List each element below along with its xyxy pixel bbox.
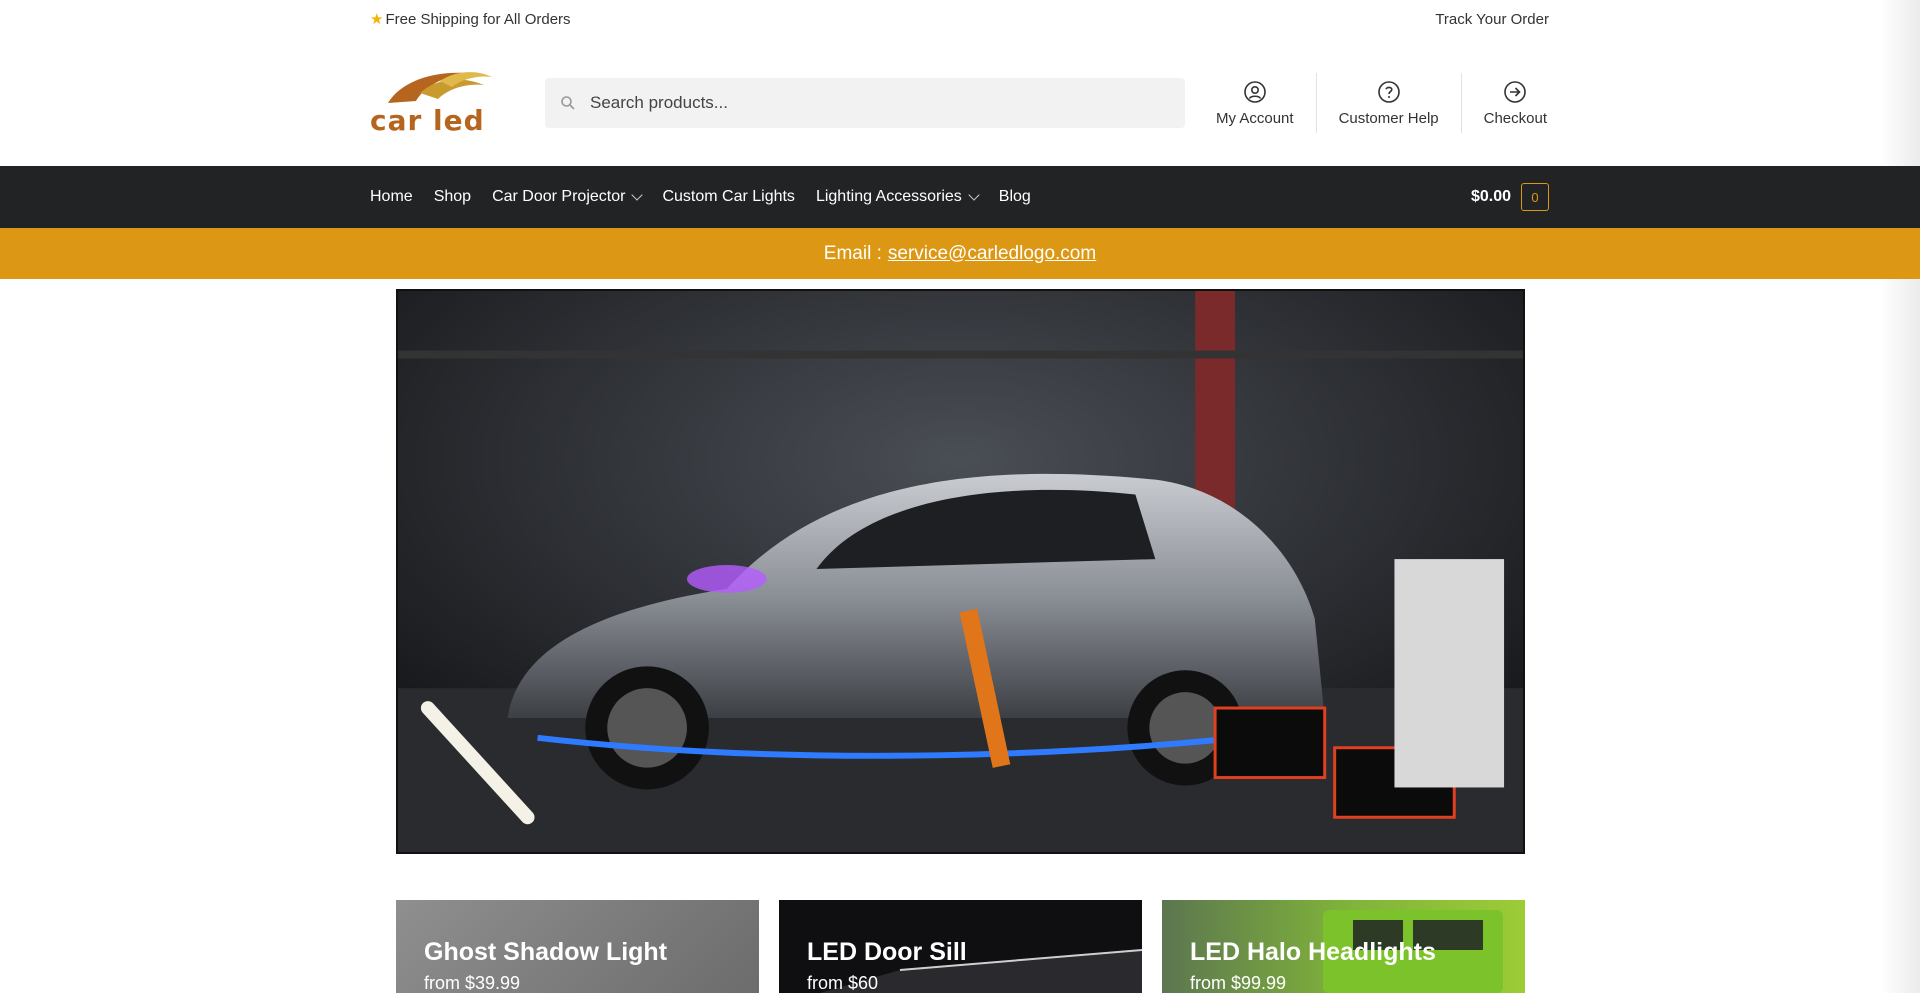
checkout-label: Checkout: [1483, 109, 1547, 127]
nav-item-home[interactable]: Home: [370, 188, 413, 206]
cart-total: $0.00: [1470, 188, 1511, 205]
chevron-down-icon: [968, 189, 980, 201]
hero-image[interactable]: [396, 289, 1525, 854]
site-logo[interactable]: car led: [370, 63, 498, 143]
category-card-ghost-shadow-light[interactable]: Ghost Shadow Light from $39.99: [396, 900, 759, 993]
shipping-text: Free Shipping for All Orders: [385, 10, 571, 28]
email-link[interactable]: service@carledlogo.com: [888, 243, 1096, 265]
nav-item-blog[interactable]: Blog: [999, 188, 1031, 206]
nav-item-car-door-projector[interactable]: Car Door Projector: [492, 188, 644, 206]
my-account-link[interactable]: My Account: [1194, 73, 1316, 133]
category-title: Ghost Shadow Light: [424, 938, 668, 966]
shipping-notice: ★ Free Shipping for All Orders: [370, 10, 571, 29]
chevron-down-icon: [631, 189, 644, 201]
star-icon: ★: [370, 11, 384, 28]
email-label: Email :: [823, 242, 882, 264]
top-bar: ★ Free Shipping for All Orders Track You…: [370, 0, 1549, 38]
nav-label: Custom Car Lights: [662, 188, 795, 205]
primary-navigation: Home Shop Car Door Projector Custom Car …: [0, 166, 1920, 228]
nav-label: Blog: [998, 188, 1031, 205]
category-price: from $99.99: [1190, 973, 1287, 993]
category-title: LED Halo Headlights: [1190, 938, 1436, 966]
nav-item-lighting-accessories[interactable]: Lighting Accessories: [815, 188, 980, 206]
user-icon: [1243, 80, 1266, 103]
category-card-led-halo-headlights[interactable]: LED Halo Headlights from $99.99: [1162, 900, 1525, 993]
category-cards: Ghost Shadow Light from $39.99 LED Door …: [396, 900, 1525, 993]
logo-text: car led: [370, 104, 485, 137]
nav-label: Shop: [433, 188, 472, 205]
search-bar[interactable]: [545, 78, 1185, 128]
site-header: car led My Account Customer Help: [370, 58, 1549, 148]
header-links: My Account Customer Help Checkout: [1194, 73, 1549, 133]
customer-help-link[interactable]: Customer Help: [1315, 73, 1461, 133]
email-banner: Email : service@carledlogo.com: [0, 228, 1920, 279]
search-input[interactable]: [590, 93, 1150, 113]
category-card-led-door-sill[interactable]: LED Door Sill from $60: [779, 900, 1142, 993]
category-title: LED Door Sill: [807, 938, 967, 966]
customer-help-label: Customer Help: [1338, 109, 1439, 127]
track-order-link[interactable]: Track Your Order: [1435, 11, 1549, 28]
category-price: from $39.99: [424, 973, 521, 993]
arrow-right-circle-icon: [1504, 80, 1527, 103]
my-account-label: My Account: [1216, 109, 1294, 127]
nav-label: Car Door Projector: [492, 188, 626, 205]
help-icon: [1377, 80, 1400, 103]
category-price: from $60: [807, 973, 879, 993]
nav-item-custom-car-lights[interactable]: Custom Car Lights: [662, 188, 795, 206]
nav-item-shop[interactable]: Shop: [434, 188, 471, 206]
nav-label: Home: [370, 188, 413, 205]
page-edge-shadow: [1880, 0, 1920, 993]
hero-car-illustration: [398, 291, 1523, 852]
cart-count-badge: 0: [1521, 183, 1549, 211]
search-icon: [561, 96, 575, 110]
checkout-link[interactable]: Checkout: [1460, 73, 1549, 133]
nav-label: Lighting Accessories: [815, 188, 962, 205]
cart-button[interactable]: $0.00 0: [1471, 183, 1549, 211]
